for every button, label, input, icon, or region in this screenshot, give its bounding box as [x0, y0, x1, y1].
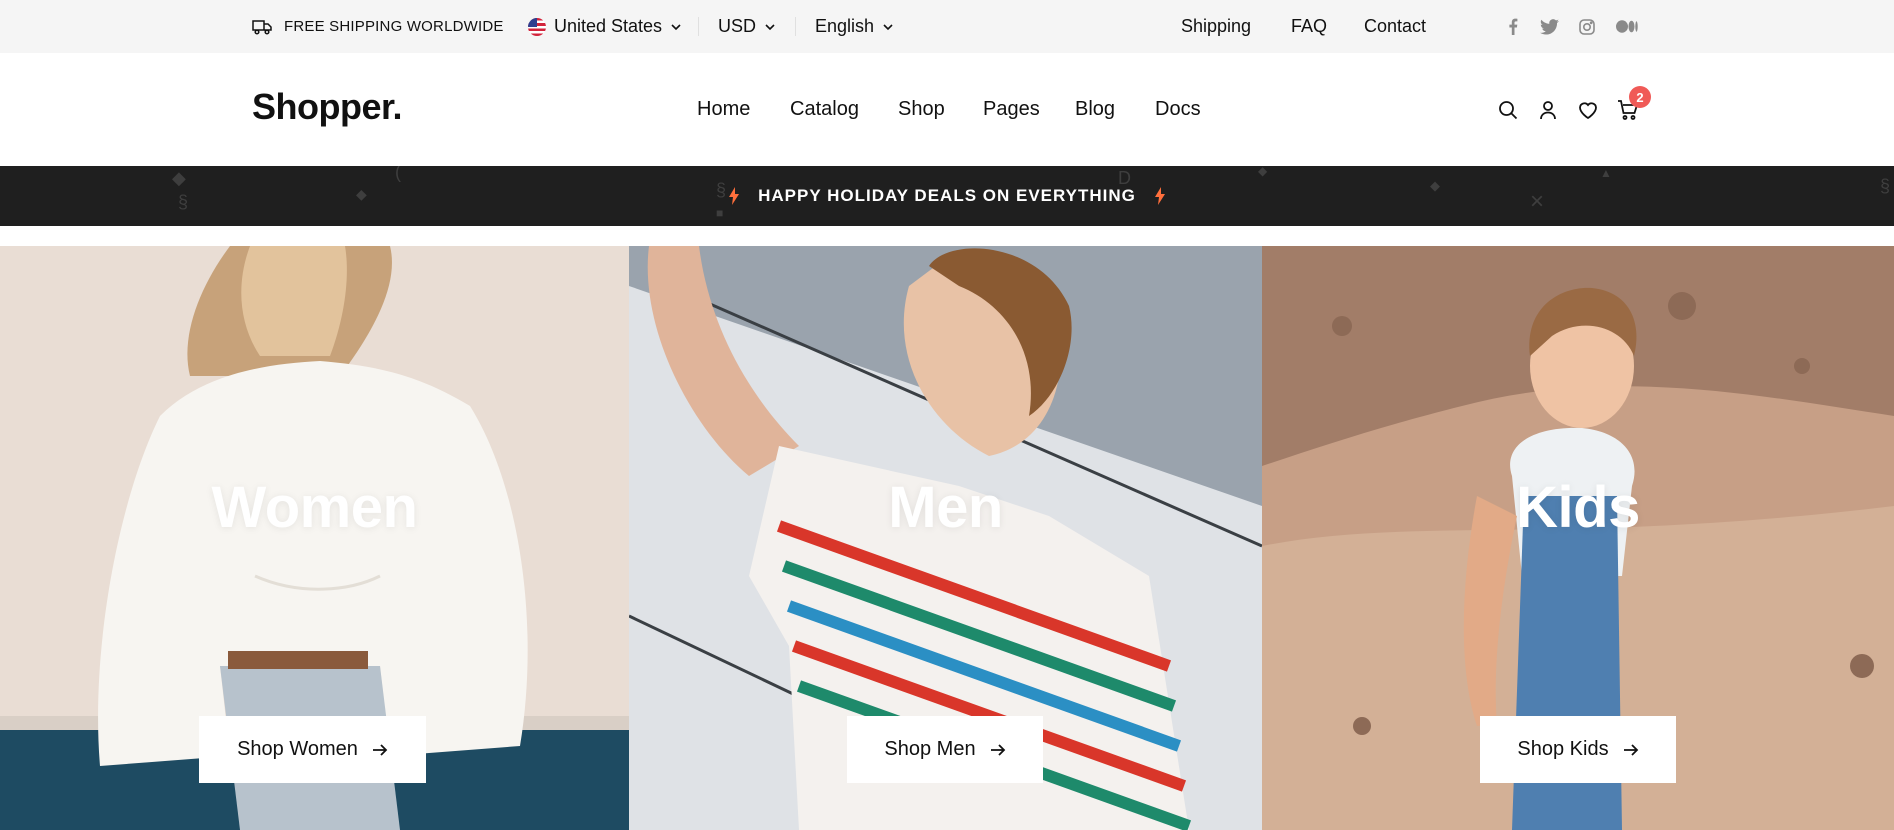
heart-icon[interactable]	[1577, 99, 1599, 121]
nav-home[interactable]: Home	[697, 53, 750, 166]
main-header: Shopper. Home Catalog Shop Pages Blog Do…	[0, 53, 1894, 166]
twitter-link[interactable]	[1540, 0, 1559, 53]
contact-link[interactable]: Contact	[1364, 0, 1426, 53]
language-selector[interactable]: English	[815, 0, 894, 53]
button-label: Shop Kids	[1517, 738, 1609, 760]
instagram-link[interactable]	[1579, 0, 1595, 53]
arrow-right-icon	[1623, 743, 1638, 756]
nav-catalog[interactable]: Catalog	[790, 53, 859, 166]
instagram-icon	[1579, 18, 1595, 35]
twitter-icon	[1540, 18, 1559, 35]
lightning-icon	[729, 187, 740, 205]
arrow-right-icon	[372, 743, 388, 756]
shop-women-button[interactable]: Shop Women	[199, 716, 426, 783]
medium-icon	[1616, 20, 1638, 33]
divider	[795, 17, 796, 36]
button-label: Shop Men	[884, 738, 976, 760]
chevron-down-icon	[883, 23, 893, 30]
category-title: Women	[211, 475, 418, 540]
category-men[interactable]: Men Shop Men	[629, 246, 1262, 830]
category-title: Kids	[1516, 475, 1640, 540]
truck-icon	[252, 19, 272, 35]
cart-count-badge: 2	[1629, 86, 1651, 108]
chevron-down-icon	[671, 23, 681, 30]
language-label: English	[815, 16, 875, 36]
country-label: United States	[554, 16, 663, 36]
currency-label: USD	[718, 16, 757, 36]
category-title: Men	[888, 475, 1003, 540]
lightning-icon	[1154, 187, 1165, 205]
country-selector[interactable]: United States	[528, 0, 682, 53]
user-icon[interactable]	[1537, 99, 1559, 121]
nav-docs[interactable]: Docs	[1155, 53, 1201, 166]
search-icon[interactable]	[1497, 99, 1519, 121]
promo-message[interactable]: HAPPY HOLIDAY DEALS ON EVERYTHING	[0, 166, 1894, 226]
nav-blog[interactable]: Blog	[1075, 53, 1115, 166]
arrow-right-icon	[990, 743, 1005, 756]
divider	[698, 17, 699, 36]
promo-bar: ◆ § ◆ ( § ■ D ◆ ◆ × ▲ § HAPPY HOLIDAY DE…	[0, 166, 1894, 226]
category-women[interactable]: Women Shop Women	[0, 246, 629, 830]
currency-selector[interactable]: USD	[718, 0, 776, 53]
category-kids[interactable]: Kids Shop Kids	[1262, 246, 1894, 830]
logo[interactable]: Shopper.	[252, 86, 403, 128]
facebook-link[interactable]	[1508, 0, 1518, 53]
facebook-icon	[1509, 18, 1518, 35]
button-label: Shop Women	[237, 738, 358, 760]
faq-link[interactable]: FAQ	[1291, 0, 1327, 53]
chevron-down-icon	[765, 23, 775, 30]
nav-pages[interactable]: Pages	[983, 53, 1040, 166]
promo-text: HAPPY HOLIDAY DEALS ON EVERYTHING	[758, 186, 1136, 205]
shipping-notice: FREE SHIPPING WORLDWIDE	[252, 0, 504, 53]
shipping-notice-text: FREE SHIPPING WORLDWIDE	[284, 18, 504, 35]
top-bar: FREE SHIPPING WORLDWIDE United States US…	[0, 0, 1894, 53]
shop-kids-button[interactable]: Shop Kids	[1480, 716, 1676, 783]
us-flag-icon	[528, 17, 546, 36]
shipping-link[interactable]: Shipping	[1181, 0, 1251, 53]
shop-men-button[interactable]: Shop Men	[847, 716, 1043, 783]
medium-link[interactable]	[1616, 0, 1638, 53]
nav-shop[interactable]: Shop	[898, 53, 945, 166]
